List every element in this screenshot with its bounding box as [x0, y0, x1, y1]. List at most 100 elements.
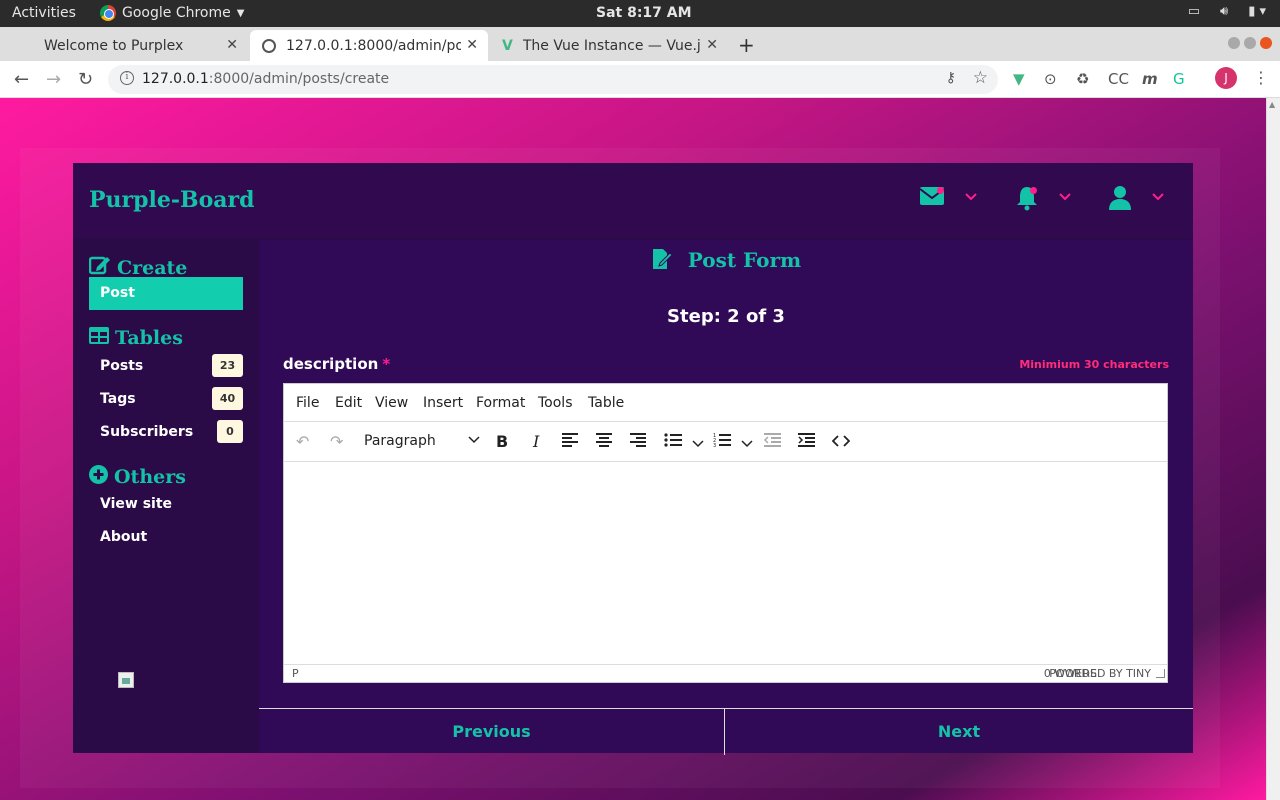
vue-devtools-icon[interactable]: ▼ — [1013, 70, 1025, 88]
activities-button[interactable]: Activities — [12, 5, 76, 21]
cc-icon[interactable]: CC — [1108, 70, 1129, 88]
volume-icon: 🔊︎ — [1219, 4, 1229, 19]
file-signature-icon — [651, 248, 680, 272]
italic-icon[interactable]: I — [533, 432, 539, 451]
info-icon[interactable]: i — [120, 71, 134, 85]
align-left-icon[interactable] — [562, 432, 578, 451]
rich-text-editor: File Edit View Insert Format Tools Table… — [283, 383, 1168, 683]
menu-edit[interactable]: Edit — [335, 395, 362, 411]
brand-logo[interactable]: Purple-Board — [89, 187, 255, 213]
previous-button[interactable]: Previous — [259, 709, 725, 755]
menu-table[interactable]: Table — [588, 395, 624, 411]
chevron-down-icon[interactable] — [1152, 189, 1164, 205]
profile-avatar[interactable]: J — [1215, 67, 1237, 89]
post-form: Post Form Step: 2 of 3 description * Mini… — [259, 240, 1193, 755]
close-icon[interactable]: ✕ — [466, 37, 478, 53]
required-mark: * — [382, 355, 391, 373]
chrome-icon — [100, 5, 116, 21]
forward-icon[interactable]: → — [46, 69, 61, 90]
menu-icon[interactable]: ⋮ — [1253, 68, 1269, 87]
menu-view[interactable]: View — [375, 395, 408, 411]
chevron-down-icon[interactable] — [741, 433, 753, 452]
field-label-text: description — [283, 355, 379, 373]
close-window-button[interactable] — [1260, 37, 1272, 49]
form-title: Post Form — [259, 248, 1193, 272]
code-icon[interactable] — [831, 432, 851, 451]
minimize-button[interactable] — [1228, 37, 1240, 49]
screen-icon: ▭ — [1187, 4, 1200, 19]
sidebar-item-label: Posts — [100, 358, 144, 374]
tab-title: The Vue Instance — Vue.js — [522, 37, 701, 54]
address-bar[interactable]: i 127.0.0.1:8000/admin/posts/create ⚷ ☆ — [108, 65, 998, 94]
editor-content[interactable] — [284, 462, 1167, 664]
reload-icon[interactable]: ↻ — [78, 69, 93, 90]
new-tab-button[interactable]: + — [738, 33, 755, 57]
form-navigation: Previous Next — [259, 708, 1193, 755]
align-center-icon[interactable] — [596, 432, 612, 451]
back-icon[interactable]: ← — [14, 69, 29, 90]
extension-icon[interactable]: ⊙ — [1044, 70, 1057, 88]
sidebar-item-view-site[interactable]: View site — [100, 496, 243, 512]
sidebar-section-others: Others — [89, 465, 186, 489]
sidebar-item-label: Tags — [100, 391, 136, 407]
element-path[interactable]: P — [292, 667, 299, 680]
maximize-button[interactable] — [1244, 37, 1256, 49]
sidebar-section-title: Others — [114, 466, 186, 488]
sidebar: Create Post Tables Posts 23 Tags 40 Subs… — [73, 238, 259, 753]
sidebar-item-subscribers[interactable]: Subscribers 0 — [100, 420, 243, 443]
sidebar-item-label: Subscribers — [100, 424, 194, 440]
next-button[interactable]: Next — [726, 709, 1192, 755]
sidebar-item-about[interactable]: About — [100, 529, 243, 545]
scroll-up-icon[interactable]: ▲ — [1269, 100, 1275, 109]
sidebar-item-posts[interactable]: Posts 23 — [100, 354, 243, 377]
system-tray[interactable]: ▭ 🔊︎ ▮ ▾ — [1188, 4, 1266, 19]
numbered-list-icon[interactable]: 123 — [713, 432, 731, 452]
close-icon[interactable]: ✕ — [706, 37, 718, 53]
tab-vue[interactable]: V The Vue Instance — Vue.js ✕ — [490, 30, 728, 61]
sidebar-section-title: Tables — [115, 327, 183, 349]
user-icon[interactable] — [1108, 185, 1132, 215]
menu-format[interactable]: Format — [476, 395, 525, 411]
chevron-down-icon[interactable] — [965, 189, 977, 205]
field-hint: Minimium 30 characters — [1019, 358, 1169, 371]
battery-icon: ▮ ▾ — [1248, 4, 1266, 19]
chevron-down-icon[interactable] — [1059, 189, 1071, 205]
key-icon[interactable]: ⚷ — [946, 70, 956, 86]
bold-icon[interactable]: B — [496, 432, 508, 451]
step-indicator: Step: 2 of 3 — [667, 306, 785, 327]
chevron-down-icon[interactable] — [468, 433, 480, 447]
clock[interactable]: Sat 8:17 AM — [596, 5, 692, 21]
outdent-icon[interactable] — [763, 432, 781, 451]
page-scrollbar[interactable] — [1266, 98, 1280, 800]
tab-title: 127.0.0.1:8000/admin/pos — [286, 37, 461, 54]
menu-insert[interactable]: Insert — [423, 395, 463, 411]
align-right-icon[interactable] — [630, 432, 646, 451]
close-icon[interactable]: ✕ — [226, 37, 238, 53]
block-format-select[interactable]: Paragraph — [364, 433, 436, 449]
broken-image — [118, 672, 134, 688]
sidebar-item-tags[interactable]: Tags 40 — [100, 387, 243, 410]
recycle-icon[interactable]: ♻ — [1076, 70, 1089, 88]
grammarly-icon[interactable]: G — [1173, 70, 1185, 88]
undo-icon[interactable]: ↶ — [296, 432, 309, 451]
star-icon[interactable]: ☆ — [973, 68, 988, 88]
redo-icon[interactable]: ↷ — [330, 432, 343, 451]
editor-statusbar: P 0 WORDS POWERED BY TINY — [284, 664, 1167, 682]
app-name: Google Chrome — [122, 5, 231, 21]
powered-by-link[interactable]: POWERED BY TINY — [1049, 667, 1151, 680]
resize-handle[interactable] — [1156, 669, 1165, 678]
chevron-down-icon[interactable] — [692, 433, 704, 452]
tab-welcome[interactable]: Welcome to Purplex ✕ — [8, 30, 248, 61]
bullet-list-icon[interactable] — [664, 432, 682, 451]
indent-icon[interactable] — [798, 432, 815, 451]
os-top-bar: Activities Google Chrome ▼ Sat 8:17 AM ▭… — [0, 0, 1280, 27]
count-badge: 23 — [212, 354, 243, 377]
sidebar-section-tables: Tables — [89, 327, 183, 349]
tab-admin[interactable]: 127.0.0.1:8000/admin/pos ✕ — [250, 30, 488, 61]
app-menu[interactable]: Google Chrome ▼ — [100, 5, 244, 21]
m-icon[interactable]: m — [1142, 70, 1158, 88]
sidebar-item-post[interactable]: Post — [89, 277, 243, 310]
dashboard: Purple-Board Create Post Tables Posts 23… — [73, 163, 1193, 755]
menu-tools[interactable]: Tools — [538, 395, 573, 411]
menu-file[interactable]: File — [296, 395, 319, 411]
